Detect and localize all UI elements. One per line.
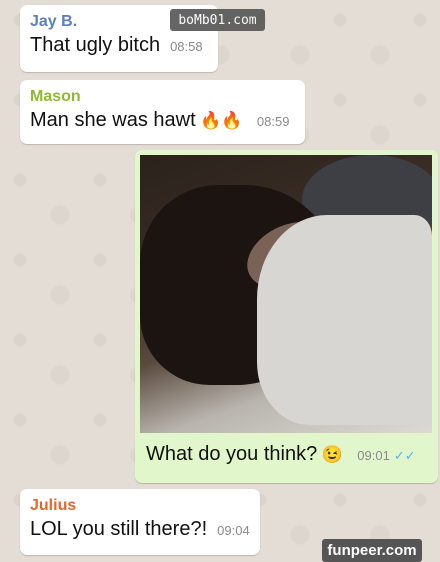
photo-caption: What do you think? [146, 443, 318, 465]
message-bubble-outgoing-photo[interactable]: What do you think? 😉 09:01 ✓✓ [135, 150, 438, 483]
message-time: 09:04 [217, 523, 250, 538]
read-receipt-icon: ✓✓ [393, 448, 416, 463]
message-bubble-julius[interactable]: Julius LOL you still there?! 09:04 [20, 489, 260, 555]
message-time: 08:58 [170, 39, 203, 54]
sender-name: Julius [30, 497, 77, 514]
message-time: 08:59 [256, 114, 290, 129]
message-text: Man she was hawt [30, 109, 196, 131]
sender-name: Mason [30, 88, 81, 105]
watermark-logo-top: boMb01.com [170, 9, 265, 31]
message-text: LOL you still there?! [30, 518, 208, 540]
shared-photo[interactable] [140, 155, 432, 433]
message-time: 09:01 [357, 448, 390, 463]
fire-emoji-icon: 🔥🔥 [200, 111, 243, 130]
wink-emoji-icon: 😉 [321, 445, 343, 464]
watermark-logo-bottom: funpeer.com [322, 539, 422, 562]
message-bubble-mason[interactable]: Mason Man she was hawt 🔥🔥 08:59 [20, 80, 305, 144]
message-text: That ugly bitch [30, 34, 161, 56]
